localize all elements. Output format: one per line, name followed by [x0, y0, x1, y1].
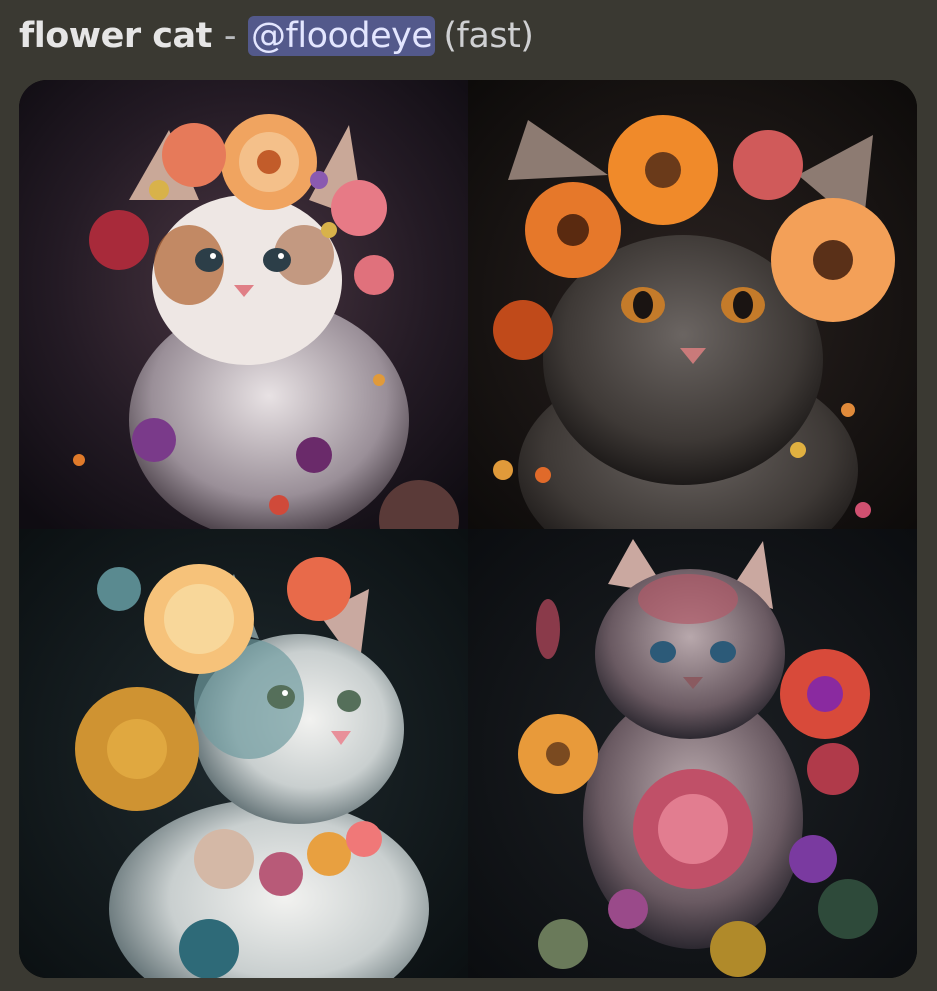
separator: -: [223, 16, 237, 56]
image-grid: [19, 80, 917, 978]
flower-cat-image-3[interactable]: [19, 529, 468, 978]
cat-illustration-4: [468, 529, 917, 978]
flower-cat-image-4[interactable]: [468, 529, 917, 978]
prompt-text: flower cat: [19, 16, 212, 56]
user-mention[interactable]: @floodeye: [248, 16, 436, 56]
cat-illustration-3: [19, 529, 468, 978]
flower-cat-image-1[interactable]: [19, 80, 468, 529]
cat-illustration-1: [19, 80, 468, 529]
flower-cat-image-2[interactable]: [468, 80, 917, 529]
cat-illustration-2: [468, 80, 917, 529]
message-header: flower cat - @floodeye (fast): [19, 8, 534, 64]
mode-label: (fast): [443, 16, 534, 56]
